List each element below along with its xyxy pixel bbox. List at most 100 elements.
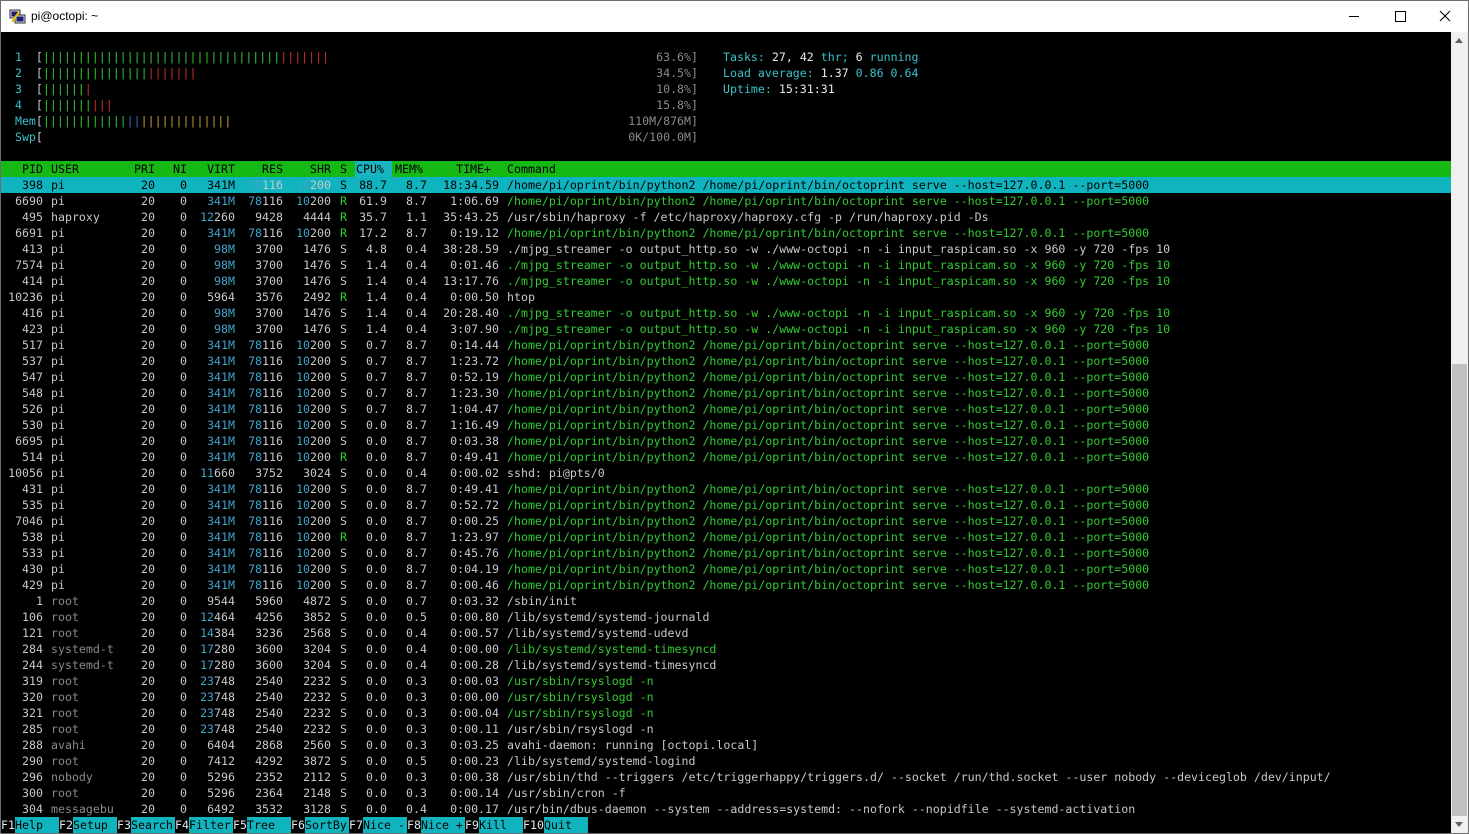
col-ni[interactable]: NI [161, 161, 187, 177]
table-row[interactable]: 6691 pi 20 0 341M 78116 10200 R 17.2 8.7 0:19.12/h… [1, 225, 1451, 241]
table-row[interactable]: 517 pi 20 0 341M 78116 10200 S 0.7 8.7 0:14.44/hom… [1, 337, 1451, 353]
vertical-scrollbar[interactable] [1451, 32, 1468, 833]
table-row[interactable]: 430 pi 20 0 341M 78116 10200 S 0.0 8.7 0:04.19/hom… [1, 561, 1451, 577]
cell-cpu: 1.4 [366, 306, 387, 320]
scroll-up-button[interactable] [1451, 32, 1468, 49]
footer-action-quit[interactable]: Quit [544, 817, 588, 833]
col-time[interactable]: TIME+ [435, 161, 491, 177]
maximize-button[interactable] [1377, 1, 1423, 32]
cell-cmd: ./mjpg_streamer -o output_http.so -w ./w… [507, 258, 1171, 272]
col-cpu[interactable]: CPU% [356, 161, 384, 177]
cell-shr: 10200 [296, 530, 331, 544]
footer-action-tree[interactable]: Tree [247, 817, 291, 833]
table-row[interactable]: 423 pi 20 0 98M 3700 1476 S 1.4 0.4 3:07.90 ./mjpg_… [1, 321, 1451, 337]
cell-cpu: 0.0 [366, 530, 387, 544]
cell-cmd: /usr/sbin/rsyslogd -n [507, 690, 654, 704]
table-row[interactable]: 429 pi 20 0 341M 78116 10200 S 0.0 8.7 0:00.46/hom… [1, 577, 1451, 593]
table-row[interactable]: 10056 pi 20 0 11660 3752 3024 S 0.0 0.4 0:00.02 ssh… [1, 465, 1451, 481]
minimize-button[interactable] [1331, 1, 1377, 32]
cell-pid: 320 [22, 690, 43, 704]
table-row[interactable]: 290 root 20 0 7412 4292 3872 S 0.0 0.5 0:00.23/lib… [1, 753, 1451, 769]
cell-virt: 9544 [207, 594, 235, 608]
col-mem[interactable]: MEM% [395, 161, 423, 177]
col-pid[interactable]: PID [1, 161, 43, 177]
footer-action-sortby[interactable]: SortBy [305, 817, 349, 833]
table-row[interactable]: 533 pi 20 0 341M 78116 10200 S 0.0 8.7 0:45.76/hom… [1, 545, 1451, 561]
col-shr[interactable]: SHR [287, 161, 331, 177]
table-row[interactable]: 106 root 20 0 12464 4256 3852 S 0.0 0.5 0:00.80/li… [1, 609, 1451, 625]
cell-pri: 20 [141, 290, 155, 304]
table-row[interactable]: 320 root 20 0 23748 2540 2232 S 0.0 0.3 0:00.00/us… [1, 689, 1451, 705]
table-row[interactable]: 431 pi 20 0 341M 78116 10200 S 0.0 8.7 0:49.41/hom… [1, 481, 1451, 497]
table-row[interactable]: 416 pi 20 0 98M 3700 1476 S 1.4 0.4 20:28.40 ./mjpg… [1, 305, 1451, 321]
table-row[interactable]: 304 messagebu 20 0 6492 3532 3128 S 0.0 0.4 0:00.1… [1, 801, 1451, 817]
table-row[interactable]: 321 root 20 0 23748 2540 2232 S 0.0 0.3 0:00.04/us… [1, 705, 1451, 721]
col-virt[interactable]: VIRT [191, 161, 235, 177]
cell-user: pi [51, 482, 65, 496]
column-header[interactable]: PID USER PRI NI VIRT RES SHR S CPU% MEM%… [1, 161, 1451, 177]
col-user[interactable]: USER [51, 161, 79, 177]
table-row[interactable]: 296 nobody 20 0 5296 2352 2112 S 0.0 0.3 0:00.38/u… [1, 769, 1451, 785]
table-row[interactable]: 413 pi 20 0 98M 3700 1476 S 4.8 0.4 38:28.59 ./mjpg… [1, 241, 1451, 257]
close-button[interactable] [1422, 1, 1468, 32]
cell-virt: 341M [207, 498, 235, 512]
table-row[interactable]: 285 root 20 0 23748 2540 2232 S 0.0 0.3 0:00.11/us… [1, 721, 1451, 737]
scroll-thumb[interactable] [1452, 364, 1467, 816]
footer-action-setup[interactable]: Setup [73, 817, 117, 833]
cell-ni: 0 [180, 754, 187, 768]
title-bar[interactable]: pi@octopi: ~ [1, 1, 1468, 32]
table-row[interactable]: 530 pi 20 0 341M 78116 10200 S 0.0 8.7 1:16.49/hom… [1, 417, 1451, 433]
footer-action-help[interactable]: Help [15, 817, 59, 833]
cell-res: 78116 [248, 498, 283, 512]
table-row[interactable]: 535 pi 20 0 341M 78116 10200 S 0.0 8.7 0:52.72/hom… [1, 497, 1451, 513]
table-row[interactable]: 514 pi 20 0 341M 78116 10200 R 0.0 8.7 0:49.41/hom… [1, 449, 1451, 465]
table-row[interactable]: 548 pi 20 0 341M 78116 10200 S 0.7 8.7 1:23.30/hom… [1, 385, 1451, 401]
table-row[interactable]: 538 pi 20 0 341M 78116 10200 R 0.0 8.7 1:23.97/hom… [1, 529, 1451, 545]
cell-res: 3700 [255, 306, 283, 320]
table-row[interactable]: 6695 pi 20 0 341M 78116 10200 S 0.0 8.7 0:03.38/ho… [1, 433, 1451, 449]
cell-shr: 10200 [296, 386, 331, 400]
table-row[interactable]: 537 pi 20 0 341M 78116 10200 S 0.7 8.7 1:23.72/hom… [1, 353, 1451, 369]
footer-action-nice[interactable]: Nice - [363, 817, 407, 833]
col-command[interactable]: Command [507, 161, 556, 177]
col-pri[interactable]: PRI [119, 161, 155, 177]
table-row[interactable]: 7574 pi 20 0 98M 3700 1476 S 1.4 0.4 0:01.46 ./mjpg… [1, 257, 1451, 273]
col-res[interactable]: RES [239, 161, 283, 177]
table-row[interactable]: 495 haproxy 20 0 12260 9428 4444 R 35.7 1.1 35:43.… [1, 209, 1451, 225]
footer-action-nice[interactable]: Nice + [421, 817, 465, 833]
table-row[interactable]: 10236 pi 20 0 5964 3576 2492 R 1.4 0.4 0:00.50 htop [1, 289, 1451, 305]
cell-pri: 20 [141, 722, 155, 736]
cell-cpu: 0.0 [366, 706, 387, 720]
col-state[interactable]: S [340, 161, 347, 177]
table-row[interactable]: 526 pi 20 0 341M 78116 10200 S 0.7 8.7 1:04.47/hom… [1, 401, 1451, 417]
footer-action-search[interactable]: Search [131, 817, 175, 833]
table-row[interactable]: 319 root 20 0 23748 2540 2232 S 0.0 0.3 0:00.03/us… [1, 673, 1451, 689]
cell-user: pi [51, 258, 65, 272]
table-row[interactable]: 414 pi 20 0 98M 3700 1476 S 1.4 0.4 13:17.76 ./mjpg… [1, 273, 1451, 289]
cell-user: pi [51, 178, 65, 192]
cell-ni: 0 [180, 546, 187, 560]
table-row[interactable]: 547 pi 20 0 341M 78116 10200 S 0.7 8.7 0:52.19/hom… [1, 369, 1451, 385]
table-row[interactable]: 6690 pi 20 0 341M 78116 10200 R 61.9 8.7 1:06.69/h… [1, 193, 1451, 209]
cell-time: 0:04.19 [450, 562, 499, 576]
cell-cpu: 0.7 [366, 354, 387, 368]
cell-res: 78116 [248, 370, 283, 384]
footer-key: F5 [233, 818, 247, 832]
table-row[interactable]: 288 avahi 20 0 6404 2868 2560 S 0.0 0.3 0:03.25 ava… [1, 737, 1451, 753]
cell-virt: 7412 [207, 754, 235, 768]
table-row[interactable]: 284 systemd-t 20 0 17280 3600 3204 S 0.0 0.4 0:00.… [1, 641, 1451, 657]
table-row[interactable]: 300 root 20 0 5296 2364 2148 S 0.0 0.3 0:00.14/usr… [1, 785, 1451, 801]
footer-action-kill[interactable]: Kill [479, 817, 523, 833]
terminal-screen[interactable]: 1 [|||||||||||||||||||||||||||||||||||||… [1, 32, 1451, 833]
footer-action-filter[interactable]: Filter [189, 817, 233, 833]
tasks-line: Tasks: 27, 42 thr; 6 running [723, 49, 919, 65]
table-row[interactable]: 7046 pi 20 0 341M 78116 10200 S 0.0 8.7 0:00.25/ho… [1, 513, 1451, 529]
cell-virt: 6492 [207, 802, 235, 816]
scroll-down-button[interactable] [1451, 816, 1468, 833]
table-row[interactable]: 1 root 20 0 9544 5960 4872 S 0.0 0.7 0:03.32/sbin/… [1, 593, 1451, 609]
load-15: 0.64 [890, 66, 919, 80]
cell-time: 0:00.11 [450, 722, 499, 736]
table-row[interactable]: 244 systemd-t 20 0 17280 3600 3204 S 0.0 0.4 0:00.… [1, 657, 1451, 673]
table-row[interactable]: 121 root 20 0 14384 3236 2568 S 0.0 0.4 0:00.57/li… [1, 625, 1451, 641]
table-row[interactable]: 398 pi 20 0 341M 78116 10200 S 88.7 8.7 18:34.59/h… [1, 177, 1451, 193]
